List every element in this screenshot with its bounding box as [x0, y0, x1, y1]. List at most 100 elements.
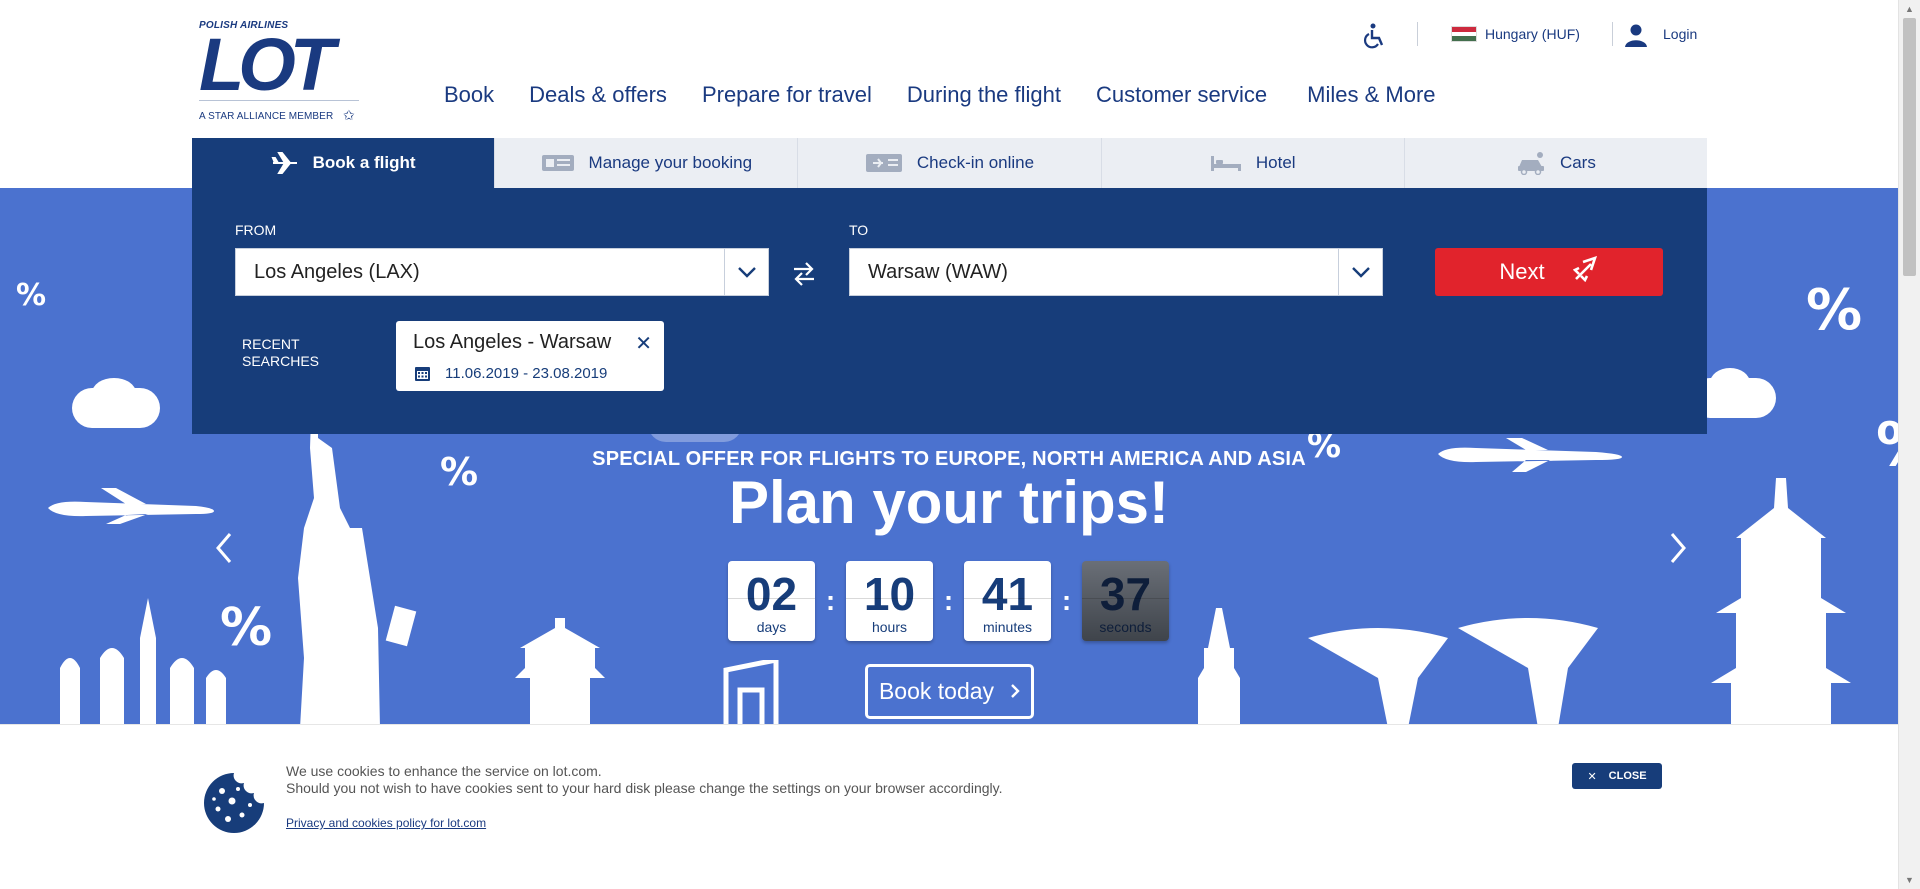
tab-label: Cars: [1559, 153, 1596, 172]
tab-label: Hotel: [1255, 153, 1296, 172]
nav-book[interactable]: Book: [444, 82, 494, 112]
user-icon[interactable]: [1624, 23, 1648, 47]
chevron-right-icon: [1010, 678, 1020, 705]
countdown-value: 41: [981, 568, 1034, 620]
tab-label: Check-in online: [916, 153, 1035, 172]
from-label: FROM: [235, 222, 277, 238]
carousel-prev-arrow-icon[interactable]: [210, 528, 240, 568]
cookie-icon: [202, 771, 266, 835]
countdown-seconds: 37 seconds: [1082, 561, 1169, 641]
church-tower-decoration: [1198, 608, 1240, 725]
countdown-value: 10: [863, 568, 916, 620]
colon-separator: :: [943, 585, 954, 616]
nav-customer-service[interactable]: Customer service: [1096, 82, 1267, 112]
nav-during-the-flight[interactable]: During the flight: [907, 82, 1061, 112]
divider: [846, 598, 933, 599]
cookie-message-line-1: We use cookies to enhance the service on…: [286, 763, 602, 779]
next-button-label: Next: [1499, 259, 1545, 284]
chevron-down-icon[interactable]: [1338, 249, 1382, 295]
booking-tabs: Book a flight Manage your booking Check-…: [192, 138, 1708, 188]
tab-label: Book a flight: [312, 153, 416, 172]
cloud-decoration: [1710, 368, 1750, 398]
login-link[interactable]: Login: [1663, 26, 1697, 42]
percent-decoration: %: [16, 278, 47, 313]
country-selector[interactable]: Hungary (HUF): [1485, 26, 1580, 42]
flight-search-panel: FROM Los Angeles (LAX) TO Warsaw (WAW) N…: [192, 188, 1707, 434]
countdown-unit: seconds: [1099, 619, 1152, 635]
countdown-value: 37: [1099, 568, 1152, 620]
privacy-policy-link[interactable]: Privacy and cookies policy for lot.com: [286, 816, 486, 830]
to-value: Warsaw (WAW): [868, 260, 1008, 283]
book-today-button[interactable]: Book today: [865, 664, 1034, 719]
countdown-minutes: 41 minutes: [964, 561, 1051, 641]
site-header: POLISH AIRLINES LOT A STAR ALLIANCE MEMB…: [0, 0, 1898, 138]
scroll-down-arrow-icon[interactable]: ▼: [1899, 871, 1920, 889]
utility-bar: Hungary (HUF) Login: [1360, 18, 1898, 52]
recent-searches-label: RECENT SEARCHES: [242, 336, 319, 370]
scroll-up-arrow-icon[interactable]: ▲: [1899, 0, 1920, 18]
building-decoration: [723, 660, 779, 725]
boarding-pass-icon: [865, 152, 903, 174]
countdown-timer: 02 days : 10 hours : 41 minutes : 37 sec…: [728, 561, 1169, 641]
star-alliance-icon: ✩: [343, 107, 355, 123]
calendar-icon: [414, 365, 431, 382]
carousel-next-arrow-icon[interactable]: [1662, 528, 1692, 568]
to-field[interactable]: Warsaw (WAW): [849, 248, 1383, 296]
colon-separator: :: [1061, 585, 1072, 616]
book-today-label: Book today: [878, 678, 995, 704]
cloud-decoration: [92, 378, 136, 408]
recent-label-line: SEARCHES: [242, 353, 320, 369]
close-icon: ✕: [1587, 770, 1597, 783]
next-button[interactable]: Next: [1435, 248, 1663, 296]
swap-icon[interactable]: [790, 259, 818, 289]
chevron-down-icon[interactable]: [724, 249, 768, 295]
promo-title: Plan your trips!: [728, 469, 1170, 536]
cookie-message-line-2: Should you not wish to have cookies sent…: [286, 780, 1003, 796]
bed-icon: [1210, 153, 1242, 173]
tab-check-in-online[interactable]: Check-in online: [798, 138, 1102, 188]
close-icon[interactable]: ✕: [635, 331, 652, 356]
ticket-icon: [541, 153, 575, 173]
to-label: TO: [849, 222, 869, 238]
plane-icon: [1572, 255, 1599, 288]
plane-icon: [271, 151, 299, 175]
nav-miles-more[interactable]: Miles & More: [1307, 82, 1435, 112]
scrollbar-thumb[interactable]: [1903, 18, 1916, 276]
logo-tagline-bottom: A STAR ALLIANCE MEMBER: [199, 111, 334, 122]
cookie-close-button[interactable]: ✕ CLOSE: [1572, 763, 1662, 789]
recent-label-line: RECENT: [242, 336, 300, 352]
divider: [1417, 22, 1418, 46]
from-field[interactable]: Los Angeles (LAX): [235, 248, 769, 296]
countdown-unit: minutes: [982, 619, 1033, 635]
countdown-unit: hours: [871, 619, 908, 635]
tab-book-a-flight[interactable]: Book a flight: [192, 138, 496, 188]
tab-label: Manage your booking: [588, 153, 753, 172]
from-value: Los Angeles (LAX): [254, 260, 420, 283]
hungary-flag-icon[interactable]: [1451, 26, 1477, 42]
percent-decoration: %: [1806, 278, 1863, 343]
countdown-unit: days: [756, 619, 787, 635]
pagoda-decoration: [515, 618, 605, 725]
logo-divider: [199, 100, 359, 101]
nav-deals-offers[interactable]: Deals & offers: [529, 82, 667, 112]
recent-search-card[interactable]: Los Angeles - Warsaw ✕ 11.06.2019 - 23.0…: [396, 321, 664, 391]
supertree-decoration: [1308, 618, 1598, 725]
divider: [728, 598, 815, 599]
palace-decoration: [60, 598, 226, 725]
tab-manage-your-booking[interactable]: Manage your booking: [495, 138, 799, 188]
countdown-hours: 10 hours: [846, 561, 933, 641]
close-button-label: CLOSE: [1608, 770, 1647, 782]
wheelchair-icon[interactable]: [1360, 22, 1388, 50]
nav-prepare-for-travel[interactable]: Prepare for travel: [702, 82, 872, 112]
car-icon: [1516, 151, 1546, 175]
divider: [1612, 22, 1613, 46]
recent-route: Los Angeles - Warsaw: [413, 331, 612, 353]
colon-separator: :: [825, 585, 836, 616]
page-scrollbar[interactable]: ▲ ▼: [1898, 0, 1920, 889]
cookie-banner: We use cookies to enhance the service on…: [0, 724, 1898, 889]
countdown-value: 02: [745, 568, 798, 620]
tab-cars[interactable]: Cars: [1404, 138, 1708, 188]
logo-brand: LOT: [199, 23, 335, 106]
tab-hotel[interactable]: Hotel: [1101, 138, 1405, 188]
lot-logo[interactable]: POLISH AIRLINES LOT A STAR ALLIANCE MEMB…: [199, 18, 364, 128]
